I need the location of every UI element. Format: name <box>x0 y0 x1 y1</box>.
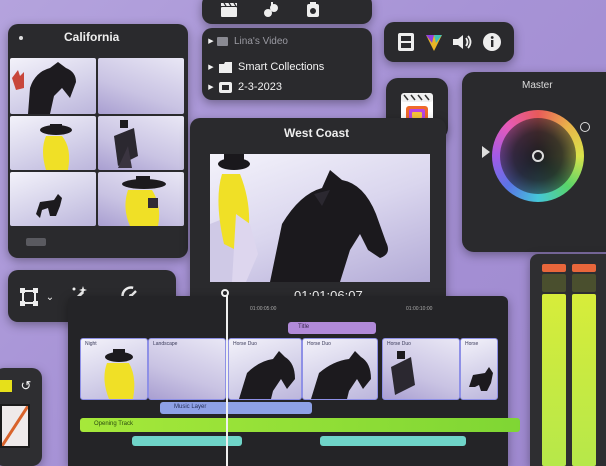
audio-meters-panel <box>530 254 606 466</box>
event-icon <box>218 81 232 93</box>
volume-icon[interactable] <box>452 32 474 52</box>
disclosure-triangle-icon[interactable]: ▶ <box>206 82 216 92</box>
library-item-date[interactable]: 2-3-2023 <box>238 81 282 93</box>
clip-label: Night <box>85 341 97 347</box>
info-icon[interactable] <box>482 32 502 52</box>
browser-dot <box>19 36 23 40</box>
title-clip-label: Title <box>298 324 310 330</box>
clip-label: Horse Duo <box>307 341 331 347</box>
media-browser-icon[interactable] <box>396 32 416 52</box>
browser-footer-button[interactable] <box>26 238 46 246</box>
browser-thumb-1[interactable] <box>10 58 96 114</box>
color-wheel-puck[interactable] <box>532 150 544 162</box>
timeline-clip[interactable]: Horse Duo <box>382 338 460 400</box>
browser-thumb-3[interactable] <box>10 116 96 170</box>
browser-panel: California <box>8 24 188 258</box>
timeline-clip[interactable]: Landscape <box>148 338 226 400</box>
clip-label: Landscape <box>153 341 178 347</box>
music-icon[interactable] <box>260 0 282 20</box>
library-event-label[interactable]: Lina's Video <box>234 36 288 47</box>
color-board-icon[interactable] <box>424 32 444 52</box>
meter-left <box>542 294 566 466</box>
timeline-clip[interactable]: Horse Duo <box>302 338 378 400</box>
connected-audio-clip[interactable]: Music Layer <box>160 402 312 414</box>
clip-label: Horse <box>465 341 479 347</box>
photos-icon[interactable] <box>302 0 324 20</box>
clip-label: Horse Duo <box>387 341 411 347</box>
timeline-clip[interactable]: Horse Duo <box>228 338 302 400</box>
timeline-ruler-left: 01:00:05:00 <box>250 306 277 312</box>
clapper-icon[interactable] <box>218 0 240 20</box>
color-panel-title: Master <box>522 80 553 91</box>
clip-label: Horse Duo <box>233 341 257 347</box>
event-icon <box>216 36 228 46</box>
color-panel: Master <box>462 72 606 252</box>
meter-left-dim <box>542 274 566 292</box>
browser-thumb-2[interactable] <box>98 58 184 114</box>
browser-thumb-4[interactable] <box>98 116 184 170</box>
crop-frame-icon[interactable] <box>0 404 30 448</box>
disclosure-triangle-icon[interactable]: ▶ <box>206 36 216 46</box>
chevron-down-icon[interactable]: ⌄ <box>44 290 56 304</box>
color-wheel-slider-right[interactable] <box>580 122 590 132</box>
smart-collection-icon <box>218 61 232 73</box>
playhead-handle[interactable] <box>221 289 229 297</box>
rotate-icon[interactable]: ↺ <box>18 378 34 394</box>
viewer-panel: West Coast 01:01:06:07 <box>190 118 446 314</box>
music-track[interactable]: Opening Track <box>80 418 520 432</box>
meter-peak-right <box>572 264 596 272</box>
timeline-clip[interactable]: Horse <box>460 338 498 400</box>
library-item-smart-collections[interactable]: Smart Collections <box>238 61 324 73</box>
browser-thumb-6[interactable] <box>98 172 184 226</box>
transform-icon[interactable] <box>18 286 40 308</box>
playhead[interactable] <box>226 292 228 466</box>
browser-title: California <box>64 30 120 44</box>
import-toolbar <box>202 0 372 24</box>
title-clip[interactable]: Title <box>288 322 376 334</box>
timeline-panel: 01:00:05:00 01:00:10:00 Title Night Land… <box>68 296 520 466</box>
libraries-panel: ▶ Lina's Video ▶ Smart Collections ▶ 2-3… <box>202 28 372 100</box>
sfx-clip-right[interactable] <box>320 436 466 446</box>
browser-thumb-5[interactable] <box>10 172 96 226</box>
viewer-frame[interactable] <box>210 154 430 282</box>
meter-right-dim <box>572 274 596 292</box>
disclosure-triangle-icon[interactable]: ▶ <box>206 62 216 72</box>
connected-audio-label: Music Layer <box>174 404 207 410</box>
viewer-title: West Coast <box>284 126 350 140</box>
timeline-ruler-right: 01:00:10:00 <box>406 306 433 312</box>
music-track-label: Opening Track <box>94 421 134 427</box>
meter-right <box>572 294 596 466</box>
meter-peak-left <box>542 264 566 272</box>
crop-panel: ↺ <box>0 368 42 466</box>
color-wheel-slider-left[interactable] <box>482 146 490 158</box>
color-wheel[interactable] <box>492 110 584 202</box>
timeline-clip[interactable]: Night <box>80 338 148 400</box>
color-swatch-yellow[interactable] <box>0 380 12 392</box>
inspector-toolbar <box>384 22 514 62</box>
